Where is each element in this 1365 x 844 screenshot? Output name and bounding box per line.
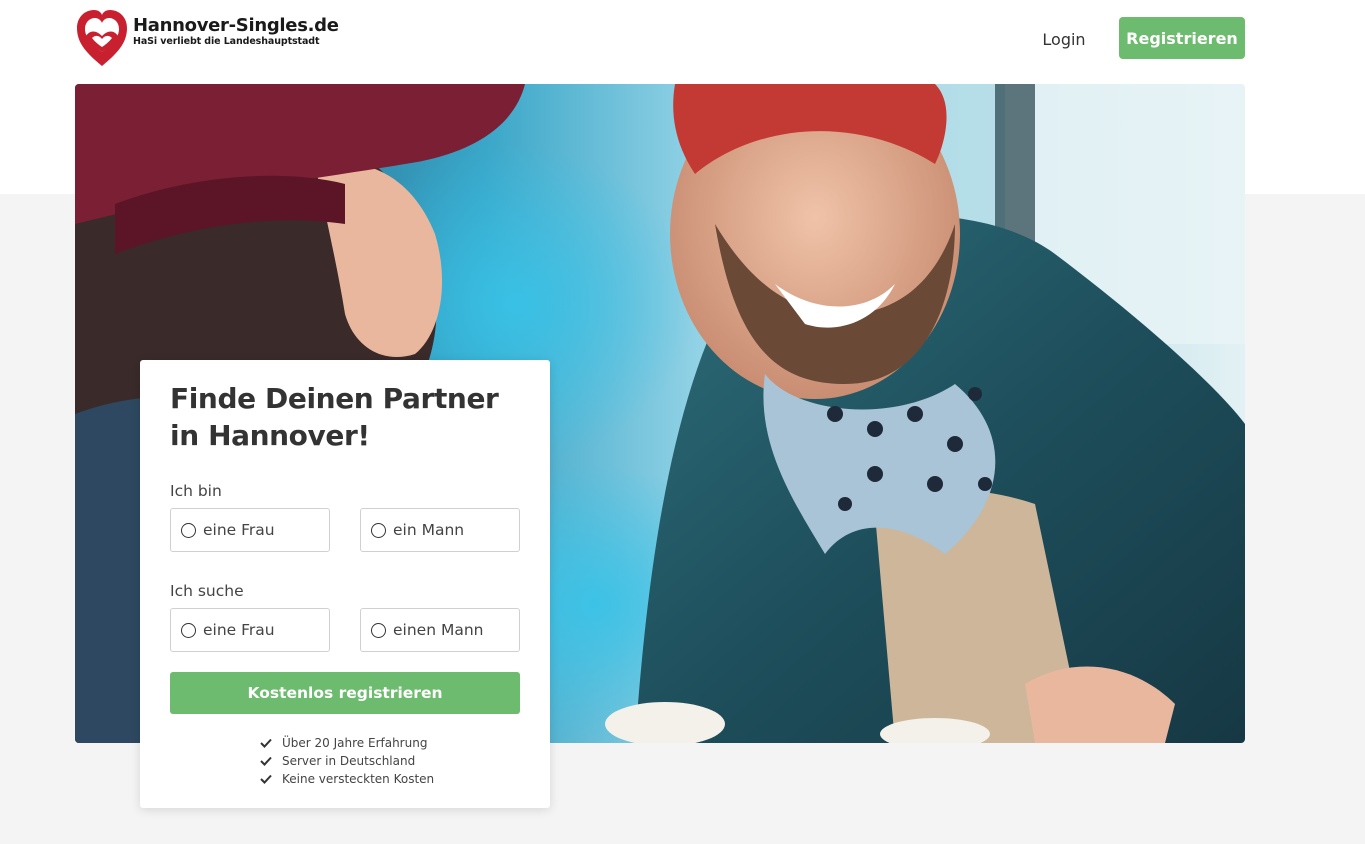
signup-card: Finde Deinen Partner in Hannover! Ich bi… <box>140 360 550 808</box>
radio-label: einen Mann <box>393 621 484 639</box>
checkmark-icon <box>260 756 272 766</box>
benefit-text: Keine versteckten Kosten <box>282 772 435 786</box>
i-am-label: Ich bin <box>170 482 222 500</box>
benefit-text: Server in Deutschland <box>282 754 416 768</box>
i-am-woman-radio[interactable]: eine Frau <box>170 508 330 552</box>
benefit-item: Server in Deutschland <box>260 752 434 770</box>
checkmark-icon <box>260 738 272 748</box>
benefit-item: Über 20 Jahre Erfahrung <box>260 734 434 752</box>
register-button[interactable]: Registrieren <box>1119 17 1245 59</box>
radio-unchecked-icon <box>371 522 386 538</box>
login-link[interactable]: Login <box>1030 20 1098 58</box>
benefit-text: Über 20 Jahre Erfahrung <box>282 736 428 750</box>
seeking-man-radio[interactable]: einen Mann <box>360 608 520 652</box>
radio-unchecked-icon <box>371 622 386 638</box>
radio-label: eine Frau <box>203 621 275 639</box>
radio-label: eine Frau <box>203 521 275 539</box>
free-register-button[interactable]: Kostenlos registrieren <box>170 672 520 714</box>
logo-tagline: HaSi verliebt die Landeshauptstadt <box>133 36 320 47</box>
site-logo[interactable]: Hannover-Singles.de HaSi verliebt die La… <box>75 8 345 70</box>
benefit-item: Keine versteckten Kosten <box>260 770 434 788</box>
checkmark-icon <box>260 774 272 784</box>
radio-label: ein Mann <box>393 521 465 539</box>
signup-title: Finde Deinen Partner in Hannover! <box>170 382 499 452</box>
radio-unchecked-icon <box>181 622 196 638</box>
logo-name: Hannover-Singles.de <box>133 15 339 36</box>
i-am-man-radio[interactable]: ein Mann <box>360 508 520 552</box>
seeking-woman-radio[interactable]: eine Frau <box>170 608 330 652</box>
benefits-list: Über 20 Jahre Erfahrung Server in Deutsc… <box>260 734 434 788</box>
heart-logo-icon <box>77 10 127 66</box>
seeking-label: Ich suche <box>170 582 244 600</box>
radio-unchecked-icon <box>181 522 196 538</box>
